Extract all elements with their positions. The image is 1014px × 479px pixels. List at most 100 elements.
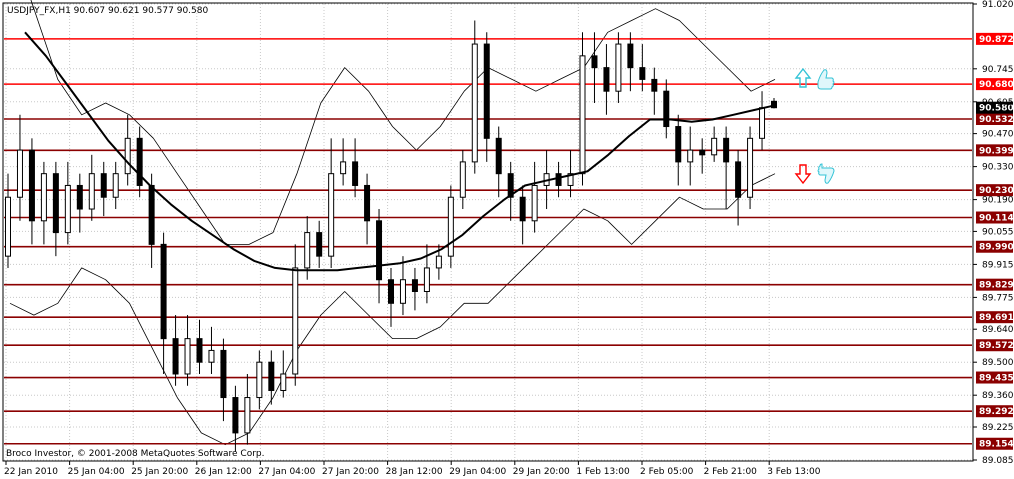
level-price-label: 90.399 <box>979 146 1014 156</box>
candle-body <box>304 232 311 269</box>
y-tick-label: 89.085 <box>982 456 1014 466</box>
candle-body <box>711 137 718 156</box>
level-price-label: 89.572 <box>979 341 1014 351</box>
candle-body <box>495 137 502 175</box>
price-chart[interactable]: 90.87290.68090.53290.39990.23090.11489.9… <box>0 0 1014 479</box>
candle-body <box>364 184 371 222</box>
y-tick-label: 89.360 <box>982 391 1014 401</box>
level-price-label: 89.292 <box>979 407 1014 417</box>
x-tick-label: 2 Feb 21:00 <box>704 467 758 477</box>
candle-body <box>328 173 335 257</box>
candle-body <box>603 67 610 92</box>
candle-body <box>244 397 251 434</box>
y-tick-label: 89.500 <box>982 358 1014 368</box>
candle-body <box>735 161 742 198</box>
candle-body <box>208 349 215 363</box>
candle-body <box>268 361 275 391</box>
candle-body <box>663 90 670 128</box>
candle-body <box>160 243 167 340</box>
level-price-label: 89.691 <box>979 313 1014 323</box>
candle-body <box>723 137 730 163</box>
candle-body <box>615 43 622 92</box>
y-tick-label: 90.190 <box>982 196 1014 206</box>
candle-body <box>112 173 119 198</box>
candle-body <box>423 267 430 293</box>
candle-body <box>88 173 95 210</box>
y-tick-label: 89.640 <box>982 325 1014 335</box>
x-tick-label: 2 Feb 05:00 <box>640 467 694 477</box>
level-price-label: 89.435 <box>979 374 1014 384</box>
candle-body <box>687 149 694 163</box>
candle-body <box>555 173 562 186</box>
candle-body <box>399 279 406 304</box>
candle-body <box>747 137 754 198</box>
y-tick-label: 90.745 <box>982 65 1014 75</box>
candle-body <box>40 173 47 222</box>
level-price-label: 90.872 <box>979 35 1014 45</box>
candle-body <box>280 373 287 391</box>
candle-body <box>376 220 383 281</box>
candle-body <box>76 184 83 210</box>
copyright-text: Broco Investor, © 2001-2008 MetaQuotes S… <box>6 449 265 459</box>
x-tick-label: 29 Jan 20:00 <box>513 467 570 477</box>
candle-body <box>471 43 478 163</box>
candle-body <box>316 232 323 257</box>
candle-body <box>435 255 442 269</box>
x-tick-label: 25 Jan 04:00 <box>68 467 125 477</box>
level-price-label: 90.114 <box>979 214 1014 224</box>
x-tick-label: 1 Feb 13:00 <box>576 467 630 477</box>
candle-body <box>124 137 131 175</box>
x-tick-label: 25 Jan 20:00 <box>131 467 188 477</box>
candle-body <box>100 173 107 198</box>
candle-body <box>699 149 706 156</box>
y-tick-label: 89.915 <box>982 260 1014 270</box>
level-price-label: 90.680 <box>979 80 1014 90</box>
candle-body <box>388 279 394 304</box>
y-tick-label: 90.055 <box>982 227 1014 237</box>
x-tick-label: 26 Jan 12:00 <box>195 467 252 477</box>
candle-body <box>675 126 682 163</box>
y-tick-label: 90.330 <box>982 163 1014 173</box>
candle-body <box>639 67 646 80</box>
candle-body <box>184 338 191 375</box>
y-tick-label: 90.605 <box>982 98 1014 108</box>
candle-body <box>148 184 155 245</box>
candle-body <box>483 43 490 139</box>
candle-body <box>579 55 586 175</box>
level-price-label: 90.532 <box>979 115 1014 125</box>
y-tick-label: 89.775 <box>982 293 1014 303</box>
candle-body <box>591 55 598 69</box>
x-tick-label: 27 Jan 04:00 <box>258 467 315 477</box>
x-tick-label: 22 Jan 2010 <box>4 467 58 477</box>
candle-body <box>447 196 454 257</box>
candle-body <box>256 361 263 399</box>
candle-body <box>292 267 299 375</box>
y-tick-label: 91.020 <box>982 0 1014 10</box>
candle-body <box>172 338 179 375</box>
y-tick-label: 90.470 <box>982 130 1014 140</box>
candle-body <box>340 161 347 175</box>
candle-body <box>16 149 23 198</box>
candle-body <box>651 78 658 92</box>
candle-body <box>196 338 203 363</box>
level-price-label: 89.829 <box>979 281 1014 291</box>
candle-body <box>352 161 359 186</box>
x-tick-label: 28 Jan 12:00 <box>386 467 443 477</box>
x-tick-label: 3 Feb 13:00 <box>767 467 821 477</box>
level-price-label: 89.154 <box>979 440 1014 450</box>
candle-body <box>28 149 35 222</box>
y-tick-label: 89.225 <box>982 423 1014 433</box>
level-price-label: 89.990 <box>979 243 1014 253</box>
candle-body <box>220 349 227 399</box>
candle-body <box>52 173 59 234</box>
chart-title: USDJPY_FX,H1 90.607 90.621 90.577 90.580 <box>7 6 208 16</box>
candle-body <box>64 184 71 234</box>
candle-body <box>759 107 766 139</box>
candle-body <box>531 184 538 222</box>
x-tick-label: 29 Jan 04:00 <box>449 467 506 477</box>
candle-body <box>232 397 239 434</box>
candle-body <box>411 279 418 293</box>
x-tick-label: 27 Jan 20:00 <box>322 467 379 477</box>
candle-body <box>136 137 143 186</box>
candle-body <box>5 196 11 257</box>
